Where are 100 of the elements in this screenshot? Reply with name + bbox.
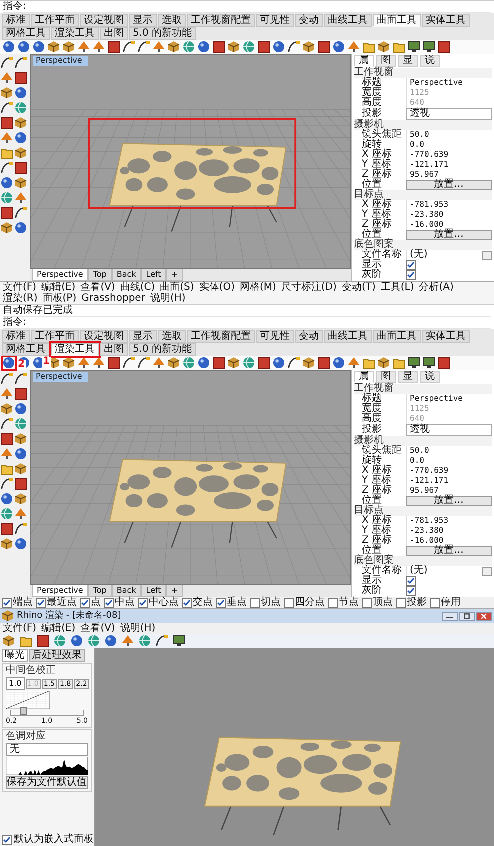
lamp-icon[interactable] [93,41,105,53]
curve-icon[interactable] [15,57,27,69]
globe-icon[interactable] [139,635,151,647]
cube-icon[interactable] [3,635,15,647]
panel-tab[interactable]: 属 [354,55,374,67]
curve-icon[interactable] [123,41,135,53]
lamp-icon[interactable] [78,41,90,53]
checkbox[interactable] [250,598,260,608]
sphere-icon[interactable] [18,41,30,53]
property-value[interactable]: 0.0 [406,456,492,466]
sphere-icon[interactable] [15,538,27,550]
toolbar-tab[interactable]: 曲线工具 [324,14,372,27]
slider-thumb[interactable] [20,707,28,715]
menu-item[interactable]: 编辑(E) [42,623,76,634]
property-value[interactable]: -770.639 [406,150,492,160]
curve-icon[interactable] [1,418,13,430]
checkbox[interactable] [406,270,416,280]
cube-icon[interactable] [15,177,27,189]
curve-icon[interactable] [1,373,13,385]
cube-icon[interactable] [168,41,180,53]
curve-icon[interactable] [1,57,13,69]
checkbox[interactable] [138,598,148,608]
property-value[interactable]: -23.380 [406,210,492,220]
panel-tab[interactable]: 曝光 [2,649,28,662]
menu-item[interactable]: 尺寸标注(D) [281,282,337,293]
checkbox[interactable] [104,598,114,608]
place-button[interactable]: 放置... [406,546,492,556]
checkbox[interactable] [406,260,416,270]
cube-icon[interactable] [15,147,27,159]
toolbar-tab[interactable]: 标准 [2,330,30,343]
viewport-title[interactable]: Perspective [33,372,88,382]
lamp-icon[interactable] [348,357,360,369]
property-value[interactable]: -121.171 [406,476,492,486]
property-value[interactable]: -23.380 [406,526,492,536]
property-value[interactable]: 50.0 [406,446,492,456]
toolbar-tab[interactable]: 工作视窗配置 [187,14,255,27]
menu-item[interactable]: 查看(V) [80,623,116,634]
toolbar-tab[interactable]: 网格工具 [2,343,50,356]
sphere-icon[interactable] [333,357,345,369]
place-button[interactable]: 放置... [406,180,492,190]
sphere-icon[interactable] [3,41,15,53]
cube-icon[interactable] [63,357,75,369]
panel-tab[interactable]: 显 [398,371,418,383]
lamp-icon[interactable] [78,357,90,369]
sphere-icon[interactable] [198,357,210,369]
checkbox[interactable] [182,598,192,608]
panel-tab[interactable]: 说 [420,371,440,383]
lamp-icon[interactable] [122,635,134,647]
cube-icon[interactable] [228,357,240,369]
curve-icon[interactable] [138,41,150,53]
place-button[interactable]: 放置... [406,496,492,506]
menu-item[interactable]: 实体(O) [199,282,235,293]
cube-icon[interactable] [63,41,75,53]
viewport-tab[interactable]: + [166,269,184,281]
menu-item[interactable]: 面板(P) [42,293,77,304]
toolbar-tab[interactable]: 变动 [295,14,323,27]
cube-icon[interactable] [15,463,27,475]
curve-icon[interactable] [288,357,300,369]
sphere-icon[interactable] [15,87,27,99]
toolbar-tab[interactable]: 可见性 [256,14,294,27]
menu-item[interactable]: 曲线(C) [120,282,156,293]
toolbar-tab[interactable]: 工作视窗配置 [187,330,255,343]
curve-icon[interactable] [156,635,168,647]
slider-track[interactable] [10,710,84,716]
viewport-tab[interactable]: Back [112,269,142,281]
sphere-icon[interactable] [273,357,285,369]
property-value[interactable]: -770.639 [406,466,492,476]
sphere-icon[interactable] [15,132,27,144]
lamp-icon[interactable] [15,508,27,520]
cube-icon[interactable] [378,41,390,53]
sphere-icon[interactable] [1,493,13,505]
monitor-icon[interactable] [423,357,435,369]
lamp-icon[interactable] [1,388,13,400]
cube-icon[interactable] [15,493,27,505]
cube-icon[interactable] [48,357,60,369]
property-value[interactable]: -121.171 [406,160,492,170]
menu-item[interactable]: 曲面(S) [160,282,194,293]
toolbar-tab[interactable]: 出图 [100,27,128,40]
toolbar-tab[interactable]: 曲面工具 [373,330,421,343]
viewport-tab[interactable]: + [166,585,184,597]
sphere-icon[interactable] [333,41,345,53]
checkbox[interactable] [362,598,372,608]
sphere-icon[interactable] [15,222,27,234]
menu-item[interactable]: 变动(T) [342,282,376,293]
viewport-title[interactable]: Perspective [33,56,88,66]
checkbox[interactable] [284,598,294,608]
menu-item[interactable]: 分析(A) [419,282,454,293]
panel-tab[interactable]: 说 [420,55,440,67]
checkbox[interactable] [216,598,226,608]
lamp-icon[interactable] [1,448,13,460]
sphere-icon[interactable] [33,357,45,369]
toolbar-tab[interactable]: 实体工具 [422,330,470,343]
lamp-icon[interactable] [153,357,165,369]
cube-icon[interactable] [303,357,315,369]
panel-tab[interactable]: 显 [398,55,418,67]
toolbar-tab[interactable]: 5.0 的新功能 [129,343,196,356]
checkbox[interactable] [36,598,46,608]
viewport-tab[interactable]: Left [141,585,166,597]
menu-item[interactable]: 说明(H) [150,293,186,304]
menu-item[interactable]: 编辑(E) [42,282,76,293]
